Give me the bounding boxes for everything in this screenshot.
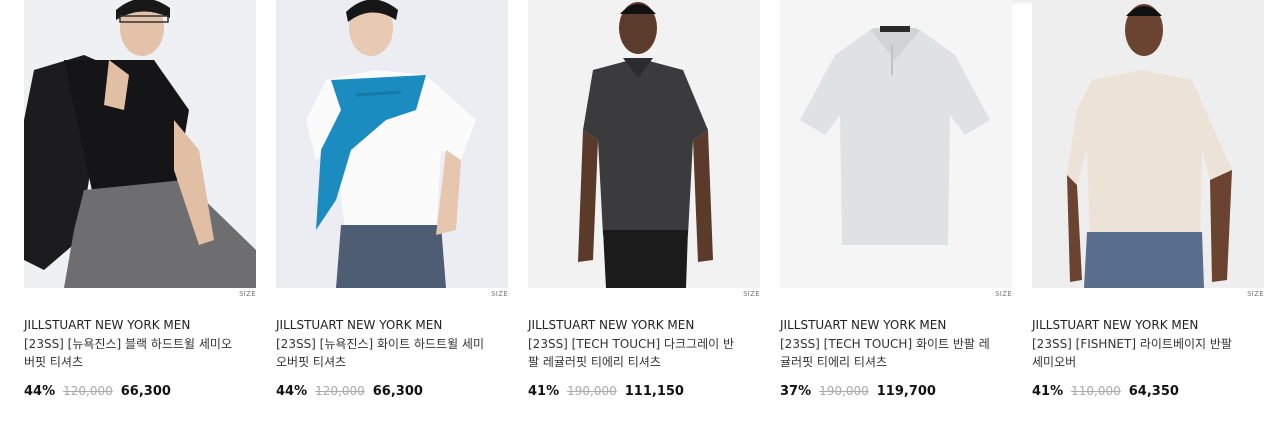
product-name[interactable]: [23SS] [TECH TOUCH] 다크그레이 반팔 레귤러핏 티에리 티셔…: [528, 335, 738, 371]
product-card[interactable]: SIZE JILLSTUART NEW YORK MEN [23SS] [TEC…: [780, 0, 1012, 401]
product-image[interactable]: [276, 0, 508, 288]
product-card[interactable]: SIZE JILLSTUART NEW YORK MEN [23SS] [뉴욕진…: [276, 0, 508, 401]
original-price: 120,000: [315, 384, 365, 398]
product-grid: SIZE JILLSTUART NEW YORK MEN [23SS] [뉴욕진…: [24, 0, 1264, 401]
price-row: 44% 120,000 66,300: [24, 382, 256, 401]
product-image[interactable]: [528, 0, 760, 288]
size-label[interactable]: SIZE: [528, 289, 760, 299]
product-name[interactable]: [23SS] [뉴욕진스] 블랙 하드트윌 세미오버핏 티셔츠: [24, 335, 234, 371]
product-name[interactable]: [23SS] [뉴욕진스] 화이트 하드트윌 세미오버핏 티셔츠: [276, 335, 486, 371]
brand-name[interactable]: JILLSTUART NEW YORK MEN: [1032, 317, 1264, 333]
price-row: 37% 190,000 119,700: [780, 382, 1012, 401]
sale-price: 119,700: [876, 384, 936, 399]
discount-rate: 44%: [276, 384, 308, 399]
sale-price: 64,350: [1128, 384, 1179, 399]
product-name[interactable]: [23SS] [FISHNET] 라이트베이지 반팔 세미오버: [1032, 335, 1242, 371]
product-name[interactable]: [23SS] [TECH TOUCH] 화이트 반팔 레귤러핏 티에리 티셔츠: [780, 335, 990, 371]
original-price: 190,000: [567, 384, 617, 398]
product-image[interactable]: [1032, 0, 1264, 288]
original-price: 190,000: [819, 384, 869, 398]
price-row: 44% 120,000 66,300: [276, 382, 508, 401]
price-row: 41% 110,000 64,350: [1032, 382, 1264, 401]
brand-name[interactable]: JILLSTUART NEW YORK MEN: [780, 317, 1012, 333]
size-label[interactable]: SIZE: [276, 289, 508, 299]
size-label[interactable]: SIZE: [780, 289, 1012, 299]
discount-rate: 44%: [24, 384, 56, 399]
sale-price: 66,300: [372, 384, 423, 399]
brand-name[interactable]: JILLSTUART NEW YORK MEN: [528, 317, 760, 333]
product-card[interactable]: SIZE JILLSTUART NEW YORK MEN [23SS] [뉴욕진…: [24, 0, 256, 401]
size-label[interactable]: SIZE: [24, 289, 256, 299]
brand-name[interactable]: JILLSTUART NEW YORK MEN: [276, 317, 508, 333]
product-image[interactable]: [780, 0, 1012, 288]
discount-rate: 37%: [780, 384, 812, 399]
discount-rate: 41%: [528, 384, 560, 399]
brand-name[interactable]: JILLSTUART NEW YORK MEN: [24, 317, 256, 333]
sale-price: 111,150: [624, 384, 684, 399]
sale-price: 66,300: [120, 384, 171, 399]
original-price: 120,000: [63, 384, 113, 398]
product-card[interactable]: SIZE JILLSTUART NEW YORK MEN [23SS] [FIS…: [1032, 0, 1264, 401]
size-label[interactable]: SIZE: [1032, 289, 1264, 299]
discount-rate: 41%: [1032, 384, 1064, 399]
product-card[interactable]: SIZE JILLSTUART NEW YORK MEN [23SS] [TEC…: [528, 0, 760, 401]
original-price: 110,000: [1071, 384, 1121, 398]
product-image[interactable]: [24, 0, 256, 288]
price-row: 41% 190,000 111,150: [528, 382, 760, 401]
